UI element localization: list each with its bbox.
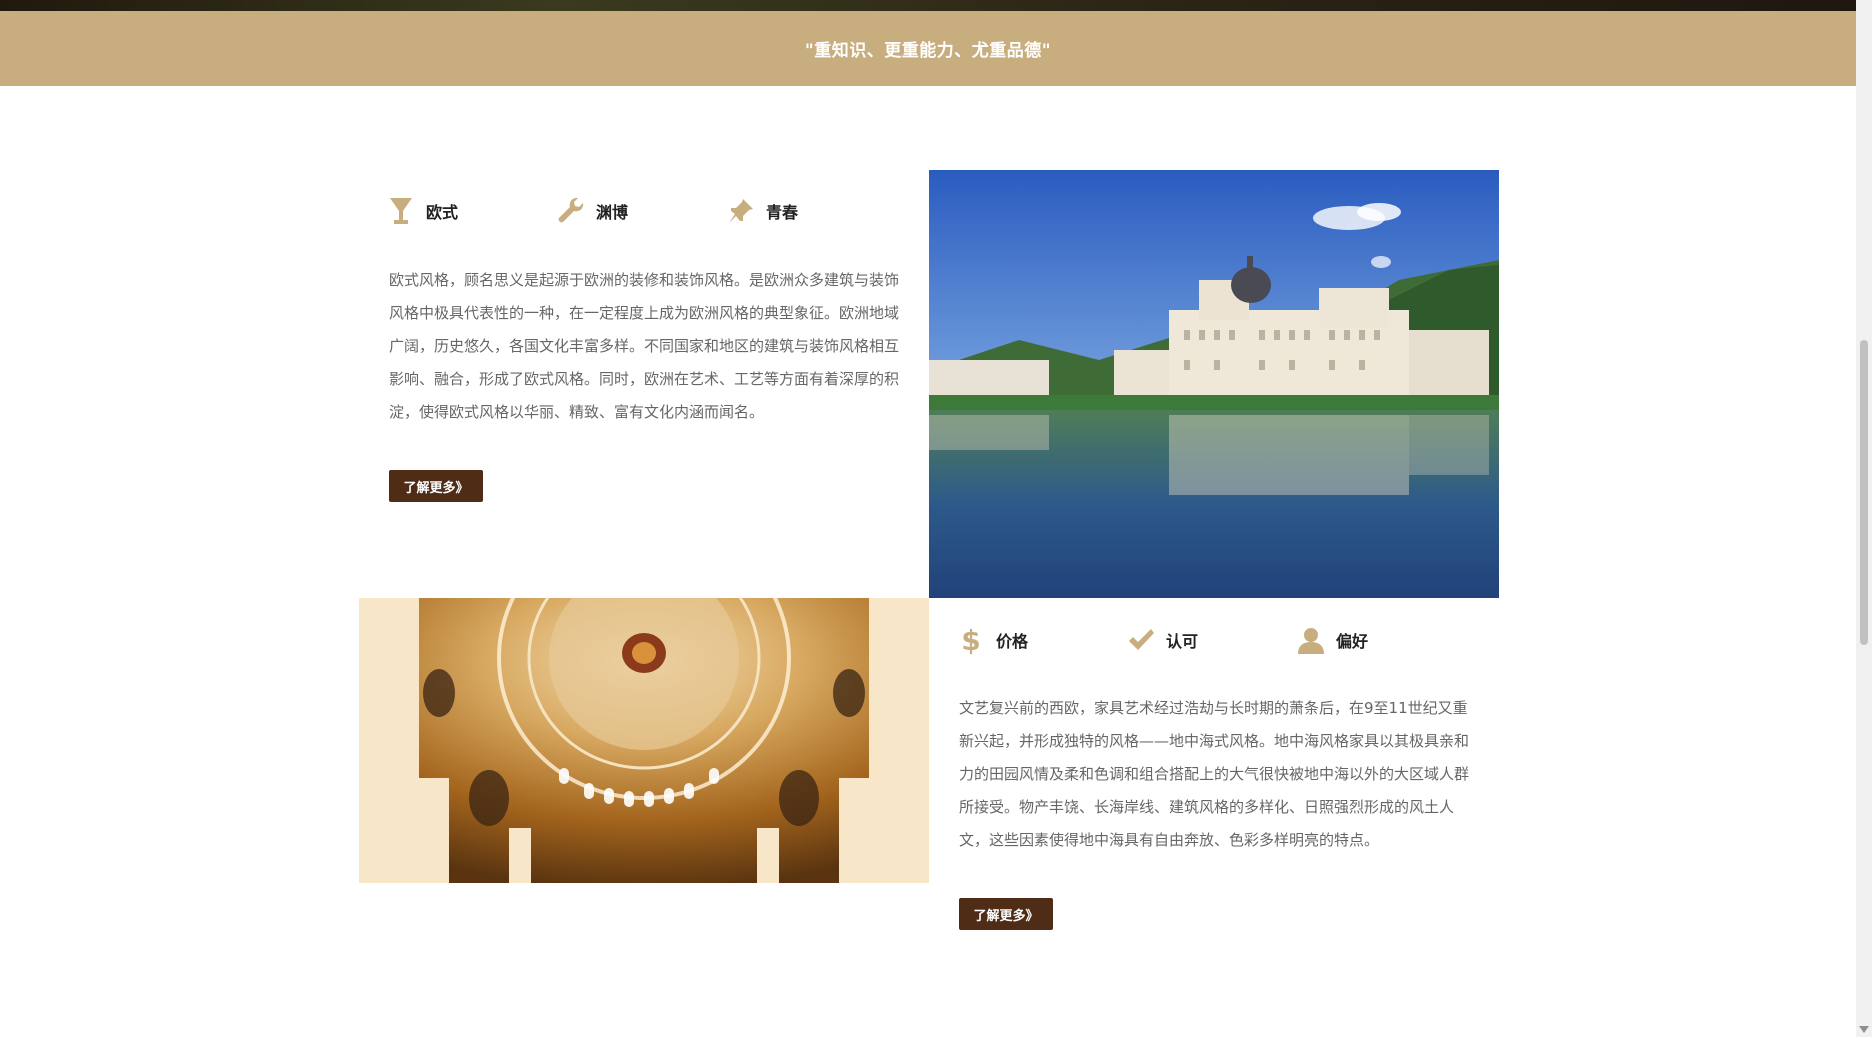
- feature-label: 青春: [766, 203, 799, 222]
- feature-european: 欧式: [386, 196, 458, 226]
- scroll-down-arrow-icon[interactable]: [1859, 1026, 1869, 1033]
- castle-by-lake-photo: [929, 170, 1499, 598]
- feature-label: 价格: [996, 632, 1029, 651]
- goblet-icon: [386, 196, 416, 226]
- vertical-scrollbar[interactable]: [1856, 0, 1872, 1037]
- feature-label: 渊博: [596, 203, 629, 222]
- feature-youth: 青春: [726, 196, 798, 226]
- dome-interior-photo: [359, 598, 929, 883]
- section-one-description: 欧式风格，顾名思义是起源于欧洲的装修和装饰风格。是欧洲众多建筑与装饰风格中极具代…: [389, 271, 900, 421]
- scrollbar-thumb[interactable]: [1860, 340, 1868, 645]
- motto-banner: "重知识、更重能力、尤重品德": [0, 11, 1856, 86]
- feature-label: 认可: [1166, 632, 1199, 651]
- wrench-icon: [556, 196, 586, 226]
- checkmark-icon: [1126, 625, 1156, 655]
- feature-label: 欧式: [426, 203, 459, 222]
- learn-more-button[interactable]: 了解更多》: [959, 898, 1053, 930]
- learn-more-button[interactable]: 了解更多》: [389, 470, 483, 502]
- feature-label: 偏好: [1336, 632, 1369, 651]
- hero-image-edge: [0, 0, 1856, 11]
- section-two-description: 文艺复兴前的西欧，家具艺术经过浩劫与长时期的萧条后，在9至11世纪又重新兴起，并…: [959, 699, 1470, 849]
- feature-recognition: 认可: [1126, 625, 1198, 655]
- feature-price: $ 价格: [956, 625, 1028, 655]
- feature-erudite: 渊博: [556, 196, 628, 226]
- user-icon: [1296, 625, 1326, 655]
- feature-preference: 偏好: [1296, 625, 1368, 655]
- dollar-icon: $: [956, 625, 986, 655]
- pushpin-icon: [726, 196, 756, 226]
- svg-text:$: $: [961, 625, 980, 655]
- motto-text: "重知识、更重能力、尤重品德": [804, 41, 1052, 61]
